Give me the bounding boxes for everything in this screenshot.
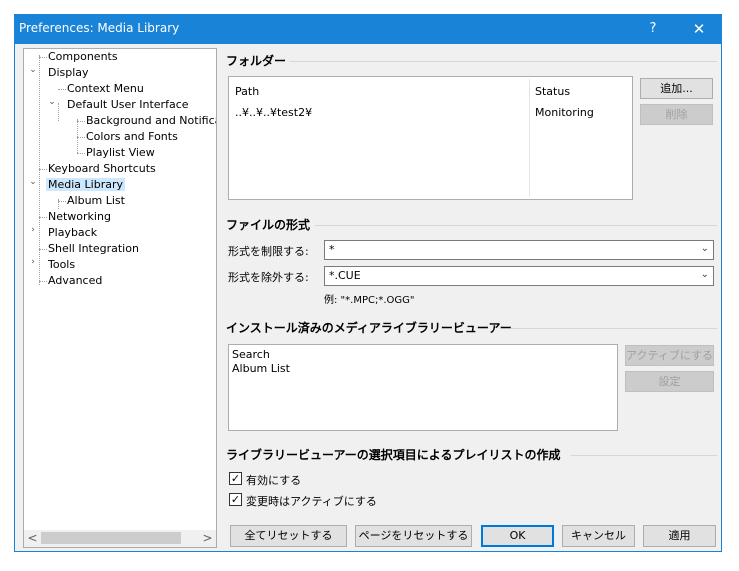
enable-label[interactable]: 有効にする [246,472,301,488]
section-divider [511,328,717,329]
folders-table[interactable]: Path Status ..¥..¥..¥test2¥ Monitoring [228,76,633,200]
tree-item-shell-integration[interactable]: Shell Integration [46,241,141,257]
tree-item-context-menu[interactable]: Context Menu [65,81,146,97]
viewers-section-title: インストール済みのメディアライブラリービューアー [226,321,512,335]
title-bar[interactable]: Preferences: Media Library ? ✕ [15,15,721,44]
tree-item-album-list[interactable]: Album List [65,193,127,209]
column-divider [529,79,530,103]
tree-item-background-notification[interactable]: Background and Notification [84,113,216,129]
restrict-types-label: 形式を制限する: [228,245,309,258]
chevron-down-icon: ⌄ [700,269,709,280]
ok-button[interactable]: OK [481,525,554,547]
chevron-down-icon[interactable]: ⌄ [28,177,38,193]
tree-item-display[interactable]: Display [46,65,91,81]
viewer-settings-button[interactable]: 設定 [625,371,714,392]
chevron-down-icon[interactable]: ⌄ [47,97,57,113]
window-title: Preferences: Media Library [19,21,180,35]
reset-page-button[interactable]: ページをリセットする [355,525,472,547]
chevron-right-icon[interactable]: › [28,225,38,241]
column-header-status[interactable]: Status [535,85,570,98]
add-folder-button[interactable]: 追加... [640,78,713,99]
viewer-item-album-list[interactable]: Album List [232,362,290,375]
exclude-types-combo[interactable]: *.CUE ⌄ [324,266,714,286]
restrict-types-combo[interactable]: * ⌄ [324,240,714,260]
section-divider [315,225,717,226]
tree-item-playlist-view[interactable]: Playlist View [84,145,157,161]
tree-item-playback[interactable]: Playback [46,225,99,241]
enable-checkbox[interactable]: ✓ [229,472,242,485]
close-icon[interactable]: ✕ [685,18,713,40]
help-button[interactable]: ? [643,18,663,40]
scroll-right-icon[interactable]: > [199,530,216,547]
tree-item-default-user-interface[interactable]: Default User Interface [65,97,191,113]
scroll-thumb[interactable] [41,532,181,544]
file-types-section-title: ファイルの形式 [226,218,311,232]
preferences-tree: Components ⌄ Display Context Menu ⌄ Defa… [23,48,217,548]
tree-item-media-library[interactable]: Media Library [46,177,125,193]
tree-item-colors-and-fonts[interactable]: Colors and Fonts [84,129,180,145]
playlist-section-title: ライブラリービューアーの選択項目によるプレイリストの作成 [226,448,561,462]
viewers-list[interactable]: Search Album List [228,344,618,431]
folder-path-cell[interactable]: ..¥..¥..¥test2¥ [235,106,312,119]
tree-connector [77,119,78,153]
viewer-item-search[interactable]: Search [232,348,270,361]
cancel-button[interactable]: キャンセル [562,525,635,547]
tree-item-networking[interactable]: Networking [46,209,113,225]
folders-section-title: フォルダー [226,54,287,68]
horizontal-scrollbar[interactable]: < > [24,530,216,547]
tree-item-tools[interactable]: Tools [46,257,77,273]
reset-all-button[interactable]: 全てリセットする [230,525,347,547]
tree-connector [58,103,59,121]
tree-item-components[interactable]: Components [46,49,120,65]
folder-status-cell[interactable]: Monitoring [535,106,594,119]
chevron-down-icon: ⌄ [700,243,709,254]
section-divider [289,61,717,62]
exclude-types-label: 形式を除外する: [228,271,309,284]
tree-connector [39,55,40,285]
tree-item-keyboard-shortcuts[interactable]: Keyboard Shortcuts [46,161,158,177]
tree-item-advanced[interactable]: Advanced [46,273,104,289]
column-divider [529,103,530,197]
section-divider [571,455,717,456]
activate-on-change-checkbox[interactable]: ✓ [229,493,242,506]
scroll-left-icon[interactable]: < [24,530,41,547]
file-types-example: 例: "*.MPC;*.OGG" [324,295,415,306]
preferences-window: Preferences: Media Library ? ✕ Component… [14,14,722,552]
chevron-down-icon[interactable]: ⌄ [28,65,38,81]
apply-button[interactable]: 適用 [643,525,716,547]
activate-on-change-label[interactable]: 変更時はアクティブにする [246,493,377,509]
remove-folder-button[interactable]: 削除 [640,104,713,125]
chevron-right-icon[interactable]: › [28,257,38,273]
column-header-path[interactable]: Path [235,85,259,98]
activate-viewer-button[interactable]: アクティブにする [625,345,714,366]
